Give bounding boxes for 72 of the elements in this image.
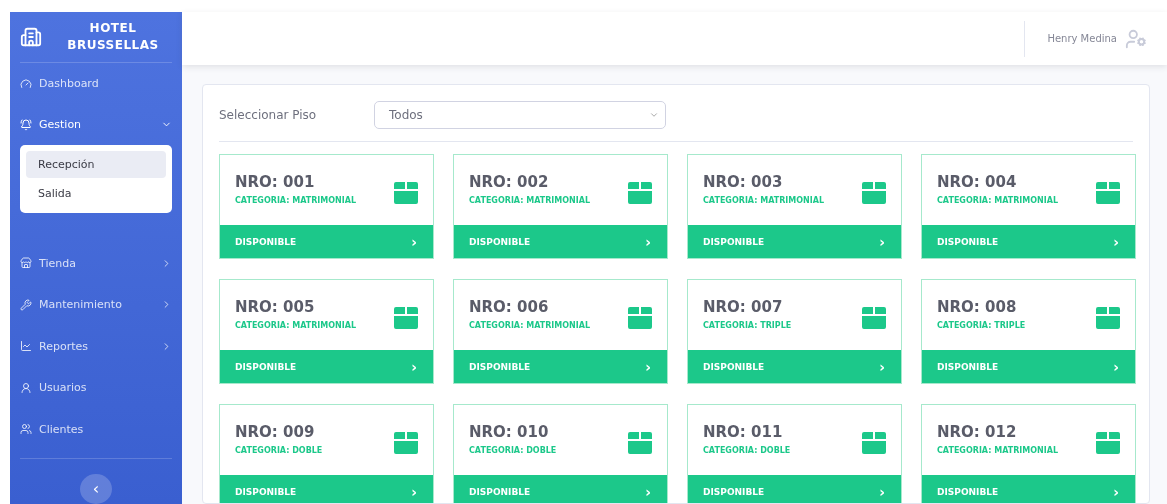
sidebar-item[interactable]: Clientes	[20, 408, 172, 450]
box-icon	[1095, 429, 1121, 455]
submenu-item[interactable]: Recepción	[26, 150, 166, 178]
box-icon	[393, 429, 419, 455]
room-category: CATEGORIA: TRIPLE	[937, 321, 1026, 330]
box-icon	[627, 179, 653, 205]
room-status-button[interactable]: DISPONIBLE ›	[922, 225, 1135, 258]
gauge-icon	[20, 77, 32, 90]
user-name[interactable]: Henry Medina	[1047, 33, 1117, 44]
box-icon	[861, 179, 887, 205]
submenu-item[interactable]: Salida	[26, 179, 166, 207]
room-status-button[interactable]: DISPONIBLE ›	[922, 475, 1135, 503]
room-number: NRO: 001	[235, 173, 316, 191]
room-category: CATEGORIA: MATRIMONIAL	[235, 196, 357, 205]
room-status-button[interactable]: DISPONIBLE ›	[454, 225, 667, 258]
room-number: NRO: 002	[469, 173, 550, 191]
sidebar-item[interactable]: Reportes	[20, 325, 172, 367]
user-icon[interactable]	[1125, 27, 1147, 50]
box-icon	[1095, 179, 1121, 205]
filter-label: Seleccionar Piso	[219, 108, 318, 122]
box-icon	[627, 304, 653, 330]
room-number: NRO: 007	[703, 298, 784, 316]
room-status-button[interactable]: DISPONIBLE ›	[454, 475, 667, 503]
room-category: CATEGORIA: MATRIMONIAL	[469, 321, 591, 330]
sidebar-item[interactable]: Dashboard	[20, 62, 172, 105]
box-icon	[861, 304, 887, 330]
room-status-button[interactable]: DISPONIBLE ›	[220, 350, 433, 383]
box-icon	[627, 429, 653, 455]
room-number: NRO: 012	[937, 423, 1018, 441]
room-number: NRO: 010	[469, 423, 550, 441]
bell-icon	[20, 119, 32, 131]
room-number: NRO: 005	[235, 298, 316, 316]
floor-select[interactable]: Todos	[374, 101, 666, 129]
room-status-button[interactable]: DISPONIBLE ›	[688, 350, 901, 383]
room-number: NRO: 008	[937, 298, 1018, 316]
room-status-button[interactable]: DISPONIBLE ›	[454, 350, 667, 383]
room-category: CATEGORIA: DOBLE	[469, 446, 557, 455]
building-icon	[20, 25, 42, 48]
sidebar-item[interactable]: Usuarios	[20, 366, 172, 409]
box-icon	[861, 429, 887, 455]
sidebar-item[interactable]: Gestion	[20, 104, 172, 146]
room-status-button[interactable]: DISPONIBLE ›	[220, 475, 433, 503]
user-icon	[20, 381, 32, 394]
room-category: CATEGORIA: DOBLE	[235, 446, 323, 455]
room-number: NRO: 004	[937, 173, 1018, 191]
room-number: NRO: 009	[235, 423, 316, 441]
room-category: CATEGORIA: MATRIMONIAL	[703, 196, 825, 205]
brand-name: HOTEL BRUSSELLAS	[66, 19, 160, 54]
room-category: CATEGORIA: MATRIMONIAL	[235, 321, 357, 330]
sidebar-item[interactable]: Mantenimiento	[20, 284, 172, 326]
room-category: CATEGORIA: MATRIMONIAL	[469, 196, 591, 205]
wrench-icon	[20, 298, 32, 311]
room-number: NRO: 006	[469, 298, 550, 316]
room-status-button[interactable]: DISPONIBLE ›	[220, 225, 433, 258]
box-icon	[393, 179, 419, 205]
room-category: CATEGORIA: MATRIMONIAL	[937, 446, 1059, 455]
room-number: NRO: 003	[703, 173, 784, 191]
users-icon	[20, 423, 32, 435]
store-icon	[20, 257, 32, 270]
room-status-button[interactable]: DISPONIBLE ›	[688, 475, 901, 503]
room-status-button[interactable]: DISPONIBLE ›	[922, 350, 1135, 383]
chart-icon	[20, 340, 32, 353]
collapse-button[interactable]: ‹	[80, 473, 112, 504]
room-category: CATEGORIA: DOBLE	[703, 446, 791, 455]
room-number: NRO: 011	[703, 423, 784, 441]
chevron-down-icon	[649, 110, 659, 120]
room-category: CATEGORIA: TRIPLE	[703, 321, 792, 330]
box-icon	[393, 304, 419, 330]
room-category: CATEGORIA: MATRIMONIAL	[937, 196, 1059, 205]
box-icon	[1095, 304, 1121, 330]
sidebar-item[interactable]: Tienda	[20, 242, 172, 285]
room-status-button[interactable]: DISPONIBLE ›	[688, 225, 901, 258]
